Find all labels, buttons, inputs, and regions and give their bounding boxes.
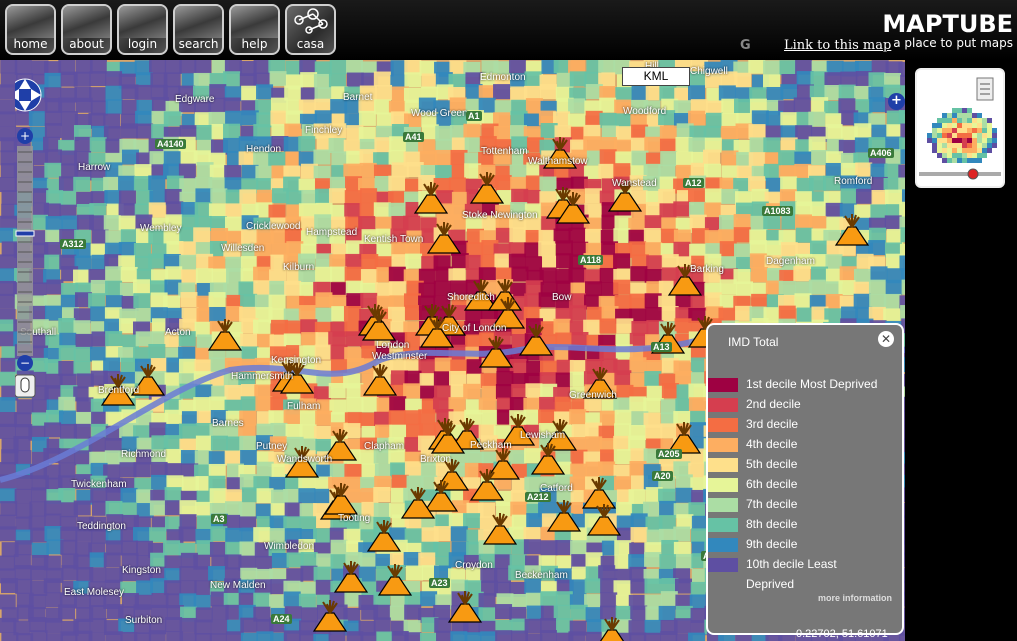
legend-label: 7th decile bbox=[746, 497, 798, 511]
legend-swatch bbox=[708, 478, 738, 492]
nav-login-button[interactable]: login bbox=[117, 4, 168, 55]
road-shield: A23 bbox=[429, 578, 450, 588]
road-shield: A4140 bbox=[155, 139, 186, 149]
road-shield: A1083 bbox=[762, 206, 793, 216]
nav-home-label: home bbox=[13, 37, 48, 51]
nav-about-button[interactable]: about bbox=[61, 4, 112, 55]
road-shield: A13 bbox=[651, 342, 672, 352]
road-shield: A20 bbox=[652, 471, 673, 481]
more-information-link[interactable]: more information bbox=[818, 593, 892, 603]
google-earth-icon[interactable]: G bbox=[740, 38, 751, 53]
coordinate-readout: 0.22702, 51.61071 bbox=[796, 628, 888, 640]
pan-arrows-icon[interactable] bbox=[8, 78, 42, 112]
legend-label: 10th decile Least bbox=[746, 557, 837, 571]
legend-label: 3rd decile bbox=[746, 417, 799, 431]
nav-search-label: search bbox=[178, 37, 219, 51]
legend-label: 4th decile bbox=[746, 437, 798, 451]
top-toolbar: home about login search help casa G Link to t… bbox=[0, 0, 1017, 60]
network-icon bbox=[287, 6, 334, 38]
logo-word: MAPTUBE bbox=[882, 10, 1013, 38]
legend-label: 5th decile bbox=[746, 457, 798, 471]
legend-label: 6th decile bbox=[746, 477, 798, 491]
legend-swatch bbox=[708, 398, 738, 412]
overview-map[interactable] bbox=[915, 68, 1005, 188]
keyboard-icon bbox=[7, 6, 54, 38]
legend-swatch bbox=[708, 558, 738, 572]
nav-casa-button[interactable]: casa bbox=[285, 4, 336, 55]
road-shield: A1 bbox=[466, 111, 482, 121]
sidebar bbox=[905, 60, 1017, 641]
puzzle-icon bbox=[63, 6, 110, 38]
legend-label: 1st decile Most Deprived bbox=[746, 377, 878, 391]
road-shield: A12 bbox=[683, 178, 704, 188]
legend-swatch bbox=[708, 418, 738, 432]
zoom-out-icon[interactable]: − bbox=[17, 355, 33, 371]
legend-swatch bbox=[708, 458, 738, 472]
legend-swatch bbox=[708, 498, 738, 512]
nav-help-button[interactable]: help bbox=[229, 4, 280, 55]
legend-swatch bbox=[708, 518, 738, 532]
legend-extra-label: Deprived bbox=[746, 577, 795, 591]
kml-button[interactable]: KML bbox=[622, 67, 690, 86]
legend-title: IMD Total bbox=[728, 335, 779, 349]
legend-label: 2nd decile bbox=[746, 397, 801, 411]
add-layer-button[interactable]: + bbox=[888, 93, 905, 110]
zoom-handle[interactable] bbox=[15, 230, 35, 237]
svg-text:+: + bbox=[20, 129, 30, 143]
leaf-icon bbox=[231, 6, 278, 38]
legend-swatch bbox=[708, 538, 738, 552]
opacity-slider-handle[interactable] bbox=[967, 168, 979, 180]
road-shield: A312 bbox=[60, 239, 86, 249]
svg-text:−: − bbox=[20, 356, 30, 370]
road-shield: A205 bbox=[656, 449, 682, 459]
road-shield: A212 bbox=[525, 492, 551, 502]
legend-label: 8th decile bbox=[746, 517, 798, 531]
nav-casa-label: casa bbox=[296, 37, 325, 51]
legend-swatch bbox=[708, 378, 738, 392]
nav-help-label: help bbox=[241, 37, 268, 51]
zoom-in-icon[interactable]: + bbox=[17, 128, 33, 144]
nav-home-button[interactable]: home bbox=[5, 4, 56, 55]
nav-login-label: login bbox=[127, 37, 158, 51]
logo-tagline: a place to put maps bbox=[893, 36, 1013, 50]
overview-map-image bbox=[919, 77, 1001, 180]
pan-zoom-control[interactable]: + − bbox=[8, 67, 55, 407]
nav-search-button[interactable]: search bbox=[173, 4, 224, 55]
hand-icon bbox=[119, 6, 166, 38]
close-icon[interactable]: ✕ bbox=[878, 331, 894, 347]
legend-panel: IMD Total ✕ 1st decile Most Deprived 2nd … bbox=[706, 323, 904, 635]
nav-about-label: about bbox=[69, 37, 104, 51]
road-shield: A406 bbox=[868, 148, 894, 158]
magnifier-icon bbox=[175, 6, 222, 38]
road-shield: A3 bbox=[211, 514, 227, 524]
mouse-icon[interactable] bbox=[14, 374, 36, 398]
road-shield: A118 bbox=[578, 255, 604, 265]
maptube-logo: MAPTUBE a place to put maps bbox=[882, 10, 1013, 50]
road-shield: A41 bbox=[403, 132, 424, 142]
legend-label: 9th decile bbox=[746, 537, 798, 551]
road-shield: A24 bbox=[271, 614, 292, 624]
zoom-slider-track[interactable] bbox=[17, 146, 33, 356]
legend-swatch bbox=[708, 438, 738, 452]
opacity-slider[interactable] bbox=[919, 172, 1001, 176]
link-to-this-map[interactable]: Link to this map bbox=[784, 38, 891, 53]
